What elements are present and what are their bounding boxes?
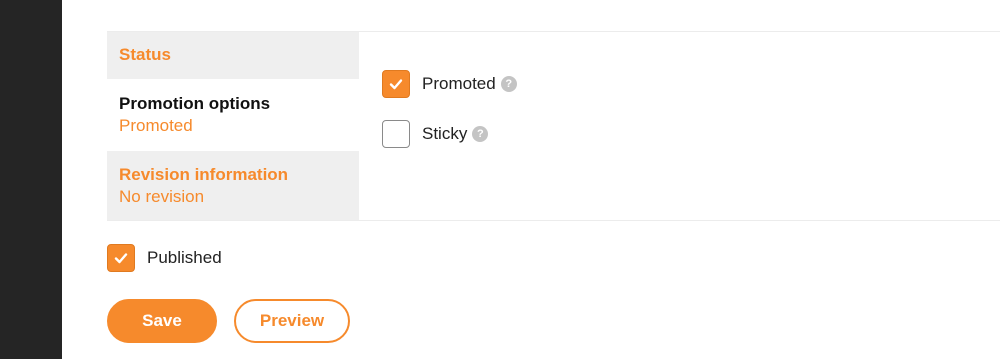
main-content: Status Promotion options Promoted Revisi… (62, 0, 1000, 359)
published-checkbox[interactable] (107, 244, 135, 272)
help-icon[interactable]: ? (500, 76, 517, 92)
vertical-tab-title: Promotion options (119, 94, 271, 113)
vertical-tab-status[interactable]: Status (107, 32, 359, 79)
vertical-tab-title: Status (119, 45, 171, 64)
vertical-tab-revision-information[interactable]: Revision information No revision (107, 151, 359, 220)
vertical-tab-summary: No revision (119, 187, 205, 206)
published-label: Published (147, 248, 222, 267)
sticky-checkbox-row[interactable]: Sticky ? (382, 120, 489, 148)
preview-button[interactable]: Preview (234, 299, 350, 343)
check-icon (389, 79, 403, 90)
vertical-tab-title: Revision information (119, 165, 289, 184)
promoted-checkbox-row[interactable]: Promoted ? (382, 70, 517, 98)
promoted-checkbox[interactable] (382, 70, 410, 98)
left-sidebar (0, 0, 62, 359)
vertical-tabs: Status Promotion options Promoted Revisi… (107, 31, 1000, 221)
vertical-tabs-menu: Status Promotion options Promoted Revisi… (107, 32, 359, 220)
sticky-checkbox[interactable] (382, 120, 410, 148)
promoted-label: Promoted (422, 74, 496, 93)
published-checkbox-row[interactable]: Published (107, 244, 222, 272)
vertical-tab-summary: Promoted (119, 116, 193, 135)
help-icon[interactable]: ? (472, 126, 489, 142)
vertical-tab-promotion-options[interactable]: Promotion options Promoted (107, 79, 359, 151)
promotion-options-pane: Promoted ? Sticky ? (359, 32, 1000, 220)
sticky-label: Sticky (422, 124, 468, 143)
save-button[interactable]: Save (107, 299, 217, 343)
check-icon (114, 253, 128, 264)
